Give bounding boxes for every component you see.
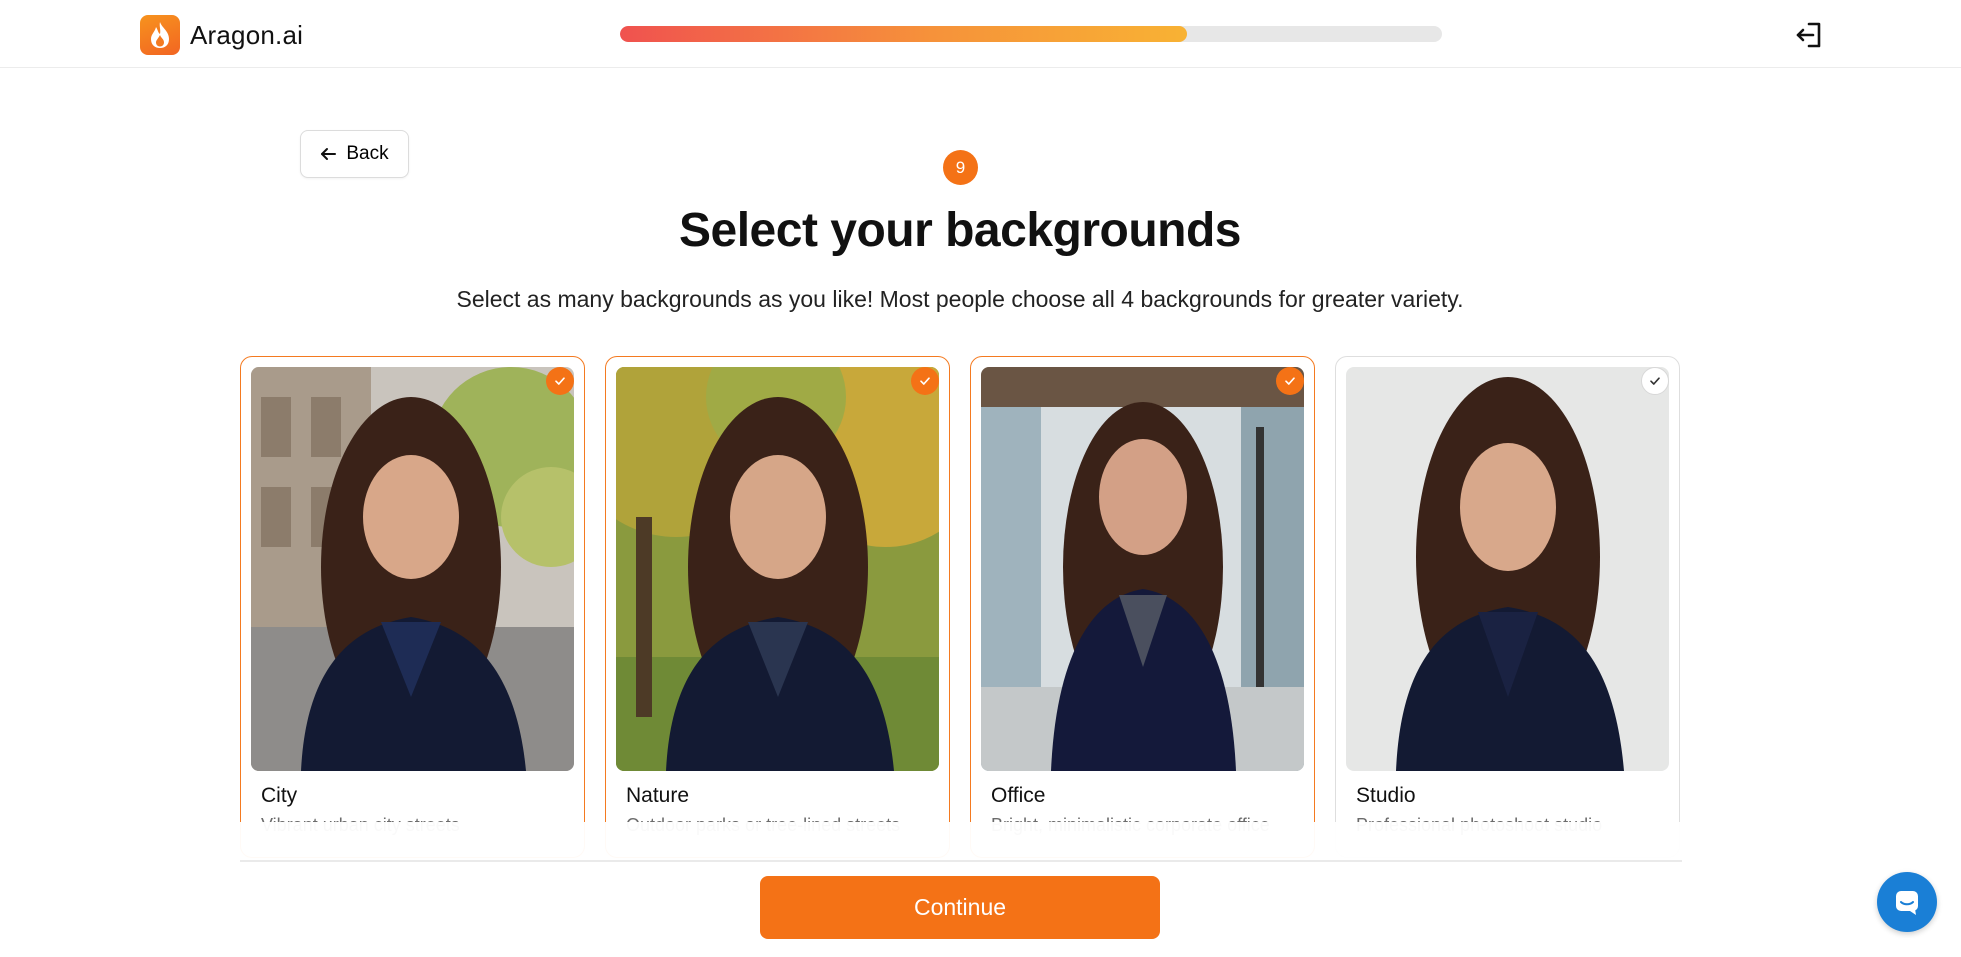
arrow-left-icon <box>321 148 337 160</box>
background-card-studio[interactable]: Studio Professional photoshoot studio <box>1335 356 1680 858</box>
logout-icon[interactable] <box>1794 20 1824 50</box>
page-title: Select your backgrounds <box>679 204 1242 257</box>
card-name: City <box>261 784 298 807</box>
step-badge: 9 <box>943 150 978 185</box>
background-card-nature[interactable]: Nature Outdoor parks or tree-lined stree… <box>605 356 950 858</box>
city-photo <box>251 367 574 771</box>
back-button[interactable]: Back <box>300 130 409 178</box>
card-name: Studio <box>1356 784 1416 807</box>
nature-photo <box>616 367 939 771</box>
brand-name: Aragon.ai <box>190 19 304 50</box>
progress-fill <box>620 26 1188 42</box>
check-icon[interactable] <box>1641 367 1669 395</box>
background-card-office[interactable]: Office Bright, minimalistic corporate of… <box>970 356 1315 858</box>
check-icon[interactable] <box>1276 367 1304 395</box>
back-label: Back <box>346 143 389 164</box>
flame-icon <box>140 15 180 55</box>
chat-icon[interactable] <box>1877 872 1937 932</box>
page-subtitle: Select as many backgrounds as you like! … <box>456 286 1464 312</box>
card-name: Nature <box>626 784 690 807</box>
top-bar: Aragon.ai <box>0 0 1961 68</box>
check-icon[interactable] <box>546 367 574 395</box>
progress-bar <box>620 26 1442 42</box>
card-name: Office <box>991 784 1046 807</box>
continue-button[interactable]: Continue <box>760 876 1160 939</box>
footer-divider <box>240 860 1682 862</box>
office-photo <box>981 367 1304 771</box>
studio-photo <box>1346 367 1669 771</box>
brand-logo[interactable]: Aragon.ai <box>140 15 303 55</box>
background-card-city[interactable]: City Vibrant urban city streets <box>240 356 585 858</box>
check-icon[interactable] <box>911 367 939 395</box>
